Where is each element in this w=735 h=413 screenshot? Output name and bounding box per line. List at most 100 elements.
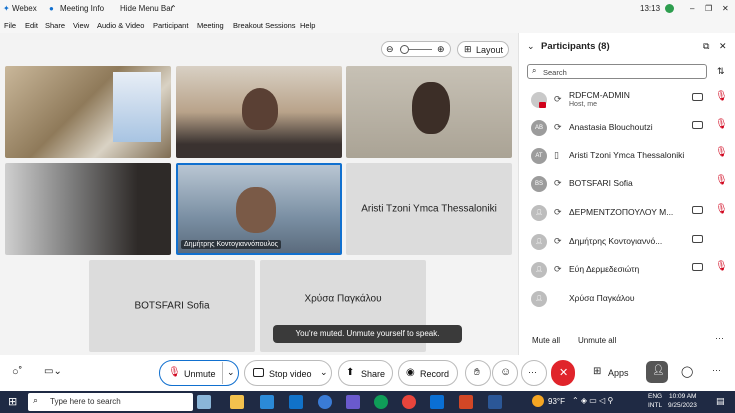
video-tile-aristi[interactable]: Aristi Tzoni Ymca Thessaloniki (346, 163, 512, 255)
word-icon[interactable] (488, 395, 502, 409)
chevron-down-icon[interactable]: ⌄ (320, 367, 328, 378)
menu-file[interactable]: File (4, 21, 16, 30)
tile-name-label: Aristi Tzoni Ymca Thessaloniki (361, 203, 497, 215)
captions-icon[interactable]: ▭⌄ (44, 366, 62, 377)
mic-muted-icon[interactable]: 🎙︎ (715, 204, 728, 215)
menu-share[interactable]: Share (45, 21, 65, 30)
clock-time[interactable]: 10:09 AM (669, 393, 696, 400)
video-tile-active-speaker[interactable]: Δημήτρης Κοντογιαννόπουλος (176, 163, 342, 255)
share-button[interactable]: ⬆ Share (338, 360, 393, 386)
camera-icon (692, 121, 703, 129)
banner-image (113, 72, 161, 142)
zoom-out-icon[interactable]: ⊖ (386, 44, 394, 55)
notification-icon[interactable]: ▤ (716, 396, 725, 407)
app-icon[interactable] (318, 395, 332, 409)
apps-button[interactable]: Apps (608, 368, 629, 378)
menu-help[interactable]: Help (300, 21, 315, 30)
participant-row[interactable]: 👤︎ ⟳ ΔΕΡΜΕΝΤΖΟΠΟΥΛΟΥ Μ... 🎙︎ (519, 199, 735, 227)
status-dot-icon (665, 4, 674, 13)
participant-row[interactable]: 👤︎ ⟳ Δημήτρης Κοντογιαννό... (519, 228, 735, 256)
stop-video-button[interactable]: Stop video ⌄ (244, 360, 332, 386)
mic-muted-icon[interactable]: 🎙︎ (715, 147, 728, 158)
clock-date[interactable]: 9/25/2023 (668, 402, 697, 409)
sort-icon[interactable]: ⇅ (717, 66, 725, 77)
powerpoint-icon[interactable] (459, 395, 473, 409)
participant-row[interactable]: ⟳ RDFCM-ADMIN Host, me 🎙︎ (519, 86, 735, 114)
participant-search-input[interactable]: ⌕ Search (527, 64, 707, 79)
taskview-icon[interactable] (197, 395, 211, 409)
app-icon[interactable] (346, 395, 360, 409)
restore-icon[interactable]: ❐ (705, 4, 712, 13)
mail-icon[interactable] (289, 395, 303, 409)
edge-icon[interactable] (374, 395, 388, 409)
mic-muted-icon[interactable]: 🎙︎ (715, 119, 728, 130)
chrome-icon[interactable] (402, 395, 416, 409)
mic-muted-icon[interactable]: 🎙︎ (715, 91, 728, 102)
participant-row[interactable]: AB ⟳ Anastasia Blouchoutzi 🎙︎ (519, 114, 735, 142)
record-button[interactable]: ◉ Record (398, 360, 458, 386)
participants-title: Participants (8) (541, 41, 610, 52)
participant-row[interactable]: AT ▯ Aristi Tzoni Ymca Thessaloniki 🎙︎ (519, 142, 735, 170)
participant-name: ΔΕΡΜΕΝΤΖΟΠΟΥΛΟΥ Μ... (569, 207, 674, 217)
close-icon[interactable]: ✕ (722, 4, 729, 13)
zoom-handle[interactable] (400, 45, 409, 54)
meeting-info-link[interactable]: Meeting Info (60, 4, 104, 13)
search-placeholder: Search (543, 68, 567, 77)
reactions-button[interactable]: ☺ (492, 360, 518, 386)
video-tile-office-group[interactable] (5, 66, 171, 158)
avatar: 👤︎ (531, 262, 547, 278)
layout-button[interactable]: ⊞ Layout (457, 41, 509, 58)
person-image (412, 82, 450, 134)
participant-row[interactable]: 👤︎ ⟳ Εύη Δερμεδεσιώτη 🎙︎ (519, 256, 735, 284)
more-options-icon[interactable]: ··· (712, 365, 721, 375)
person-image (236, 187, 276, 233)
audio-sync-icon: ⟳ (554, 122, 562, 132)
more-button[interactable]: ··· (521, 360, 547, 386)
close-panel-icon[interactable]: ✕ (719, 41, 727, 52)
file-explorer-icon[interactable] (230, 395, 244, 409)
minimize-icon[interactable]: – (690, 4, 694, 13)
participants-toggle-button[interactable]: 👤︎ (646, 361, 668, 383)
video-tile-participant-4[interactable] (5, 163, 171, 255)
mute-all-button[interactable]: Mute all (532, 336, 560, 345)
video-tile-botsfari[interactable]: BOTSFARI Sofia (89, 260, 255, 352)
participant-row[interactable]: 👤︎ Χρύσα Παγκάλου (519, 285, 735, 313)
video-tile-participant-2[interactable] (176, 66, 342, 158)
menu-participant[interactable]: Participant (153, 21, 188, 30)
region-indicator[interactable]: INTL (648, 402, 662, 409)
hide-menu-bar-button[interactable]: Hide Menu Bar (120, 4, 173, 13)
mic-muted-icon[interactable]: 🎙︎ (715, 261, 728, 272)
menu-view[interactable]: View (73, 21, 89, 30)
zoom-slider[interactable]: ⊖ ⊕ (381, 41, 451, 57)
menu-breakout-sessions[interactable]: Breakout Sessions (233, 21, 296, 30)
mic-muted-icon[interactable]: 🎙︎ (715, 175, 728, 186)
participant-name: Anastasia Blouchoutzi (569, 122, 653, 132)
menu-audio-video[interactable]: Audio & Video (97, 21, 144, 30)
system-tray-icons[interactable]: ⌃ ◈ ▭ ◁ ⚲ (572, 396, 613, 405)
webex-icon[interactable] (430, 395, 444, 409)
unmute-all-button[interactable]: Unmute all (578, 336, 616, 345)
avatar: BS (531, 176, 547, 192)
store-icon[interactable] (260, 395, 274, 409)
taskbar-search-input[interactable]: ⌕ Type here to search (28, 393, 193, 411)
raise-hand-button[interactable]: ✋︎ (465, 360, 491, 386)
apps-icon[interactable]: ⊞ (593, 366, 601, 377)
collapse-chevron-icon[interactable]: ⌄ (527, 41, 535, 52)
unmute-button[interactable]: 🎙︎ Unmute ⌄ (159, 360, 239, 386)
menu-meeting[interactable]: Meeting (197, 21, 224, 30)
zoom-in-icon[interactable]: ⊕ (437, 44, 445, 55)
chevron-down-icon[interactable]: ⌄ (227, 367, 235, 378)
menu-edit[interactable]: Edit (25, 21, 38, 30)
participant-row[interactable]: BS ⟳ BOTSFARI Sofia 🎙︎ (519, 170, 735, 198)
avatar: AB (531, 120, 547, 136)
more-options-icon[interactable]: ··· (715, 333, 724, 343)
reactions-sparkle-icon[interactable]: ○˚ (12, 366, 22, 378)
chevron-up-icon[interactable]: ⌃ (170, 4, 177, 13)
popout-icon[interactable]: ⧉ (703, 41, 709, 52)
leave-meeting-button[interactable]: ✕ (551, 360, 575, 386)
chat-icon[interactable]: ◯ (681, 365, 693, 378)
windows-start-icon[interactable]: ⊞ (8, 395, 17, 408)
video-tile-participant-3[interactable] (346, 66, 512, 158)
language-indicator[interactable]: ENG (648, 393, 662, 400)
recording-badge-icon (539, 102, 546, 108)
